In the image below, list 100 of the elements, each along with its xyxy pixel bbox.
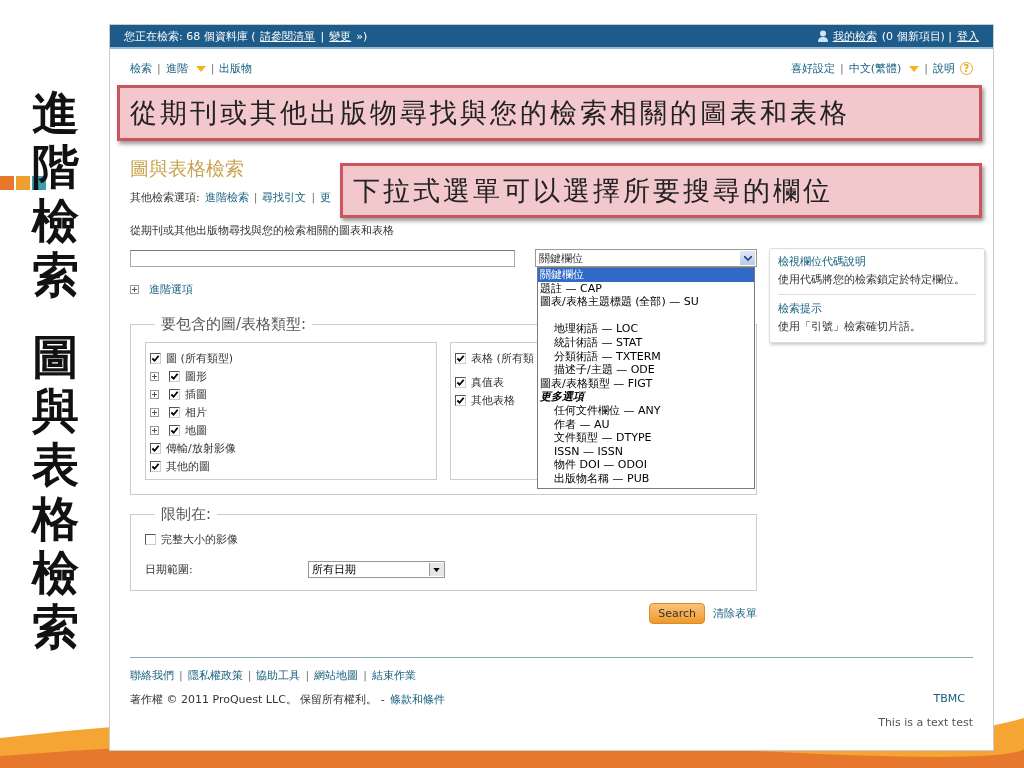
expand-icon[interactable]	[150, 390, 159, 399]
checkbox[interactable]	[169, 371, 180, 382]
expand-icon[interactable]	[150, 408, 159, 417]
slide-title: 圖與表格檢索	[31, 330, 79, 655]
copyright-text: 著作權 © 2011 ProQuest LLC。 保留所有權利。 -	[130, 692, 385, 707]
footer-link[interactable]: 結束作業	[371, 668, 416, 683]
nav-link[interactable]: 進階	[165, 60, 206, 76]
footer-link[interactable]: 隱私權政策	[187, 668, 243, 683]
separator: |	[210, 61, 215, 75]
nav-link[interactable]: 檢索	[130, 60, 152, 76]
callout: 從期刊或其他出版物尋找與您的檢索相關的圖表和表格	[117, 85, 982, 141]
login-link[interactable]: 登入	[957, 28, 979, 44]
checkbox-label: 相片	[185, 405, 207, 420]
field-select[interactable]: 關鍵欄位	[535, 249, 757, 267]
checkbox[interactable]	[150, 353, 161, 364]
description-text: 從期刊或其他出版物尋找與您的檢索相關的圖表和表格	[130, 223, 394, 238]
checkbox[interactable]	[150, 461, 161, 472]
dropdown-option[interactable]: 文件類型 — DTYPE	[552, 431, 754, 445]
dropdown-option[interactable]: 統計術語 — STAT	[552, 335, 754, 350]
page-title: 圖與表格檢索	[130, 156, 245, 181]
checkbox[interactable]	[169, 425, 180, 436]
dropdown-option[interactable]: ISSN — ISSN	[552, 444, 754, 459]
separator: |	[253, 191, 258, 204]
status-text: 您正在檢索: 68 個資料庫 (	[124, 28, 256, 44]
dropdown-option[interactable]: 關鍵欄位	[538, 268, 754, 282]
expand-icon[interactable]	[150, 426, 159, 435]
dropdown-option[interactable]: 圖表/表格主題標題 (全部) — SU	[538, 295, 754, 309]
checkbox-label: 圖形	[185, 369, 207, 384]
checkbox[interactable]	[455, 353, 466, 364]
date-select[interactable]: 所有日期	[307, 561, 445, 578]
search-button[interactable]: Search	[649, 603, 705, 624]
footer-link[interactable]: 協助工具	[256, 668, 301, 683]
separator: |	[247, 669, 252, 682]
dropdown-option[interactable]: 地理術語 — LOC	[552, 322, 754, 336]
separator: |	[839, 61, 844, 75]
separator: |	[305, 669, 310, 682]
slide-title: 進階檢索	[31, 86, 79, 303]
separator: |	[320, 29, 325, 43]
fieldset-legend: 限制在:	[155, 505, 218, 524]
option-group-label: 更多選項	[539, 390, 587, 404]
help-text: 使用代碼將您的檢索鎖定於特定欄位。	[778, 273, 966, 287]
checkbox-label: 真值表	[471, 375, 504, 390]
checkbox-label: 插圖	[185, 387, 207, 402]
options-label: 其他檢索選項:	[130, 190, 200, 205]
nav-link[interactable]: 出版物	[219, 60, 253, 76]
checkbox[interactable]	[150, 443, 161, 454]
expand-icon[interactable]	[150, 372, 159, 381]
checkbox-label: 其他的圖	[166, 459, 210, 474]
new-items-count: (0 個新項目) |	[881, 28, 952, 44]
dropdown-option[interactable]: 圖表/表格類型 — FIGT	[538, 376, 754, 391]
dropdown-arrow-icon	[433, 567, 441, 572]
dropdown-option[interactable]: 任何文件欄位 — ANY	[552, 403, 754, 418]
org-link[interactable]: TBMC	[933, 692, 965, 707]
status-text: »)	[356, 29, 368, 43]
checkbox-label: 傳輸/放射影像	[166, 441, 236, 456]
nav-link[interactable]: 說明	[933, 60, 955, 76]
nav-link[interactable]: 中文(繁體)	[848, 60, 920, 76]
date-label: 日期範圍:	[145, 562, 193, 577]
fieldset-legend: 要包含的圖/表格類型:	[155, 315, 313, 334]
checkbox[interactable]	[455, 377, 466, 388]
option-link[interactable]: 進階檢索	[204, 190, 249, 205]
user-icon	[817, 30, 828, 42]
separator: |	[924, 61, 928, 75]
nav-link[interactable]: 喜好設定	[790, 60, 835, 76]
advanced-options-link[interactable]: 進階選項	[149, 282, 193, 297]
checkbox-label: 表格 (所有類	[471, 351, 534, 366]
terms-link[interactable]: 條款和條件	[389, 692, 445, 707]
dropdown-option[interactable]: 出版物名稱 — PUB	[552, 471, 754, 486]
separator: |	[363, 669, 367, 682]
help-link[interactable]: 檢索提示	[778, 302, 976, 316]
note-text: This is a text test	[878, 716, 973, 729]
dropdown-option[interactable]: 描述子/主題 — ODE	[552, 363, 754, 377]
checkbox-label: 完整大小的影像	[161, 532, 238, 547]
expand-icon[interactable]	[130, 285, 139, 294]
footer-link[interactable]: 聯絡我們	[130, 668, 174, 683]
separator: |	[157, 61, 161, 75]
clear-form-link[interactable]: 清除表單	[713, 606, 757, 621]
help-link[interactable]: 檢視欄位代碼說明	[778, 255, 976, 269]
list-link[interactable]: 請參閱清單	[260, 28, 316, 44]
dropdown-option[interactable]: 作者 — AU	[552, 417, 754, 432]
footer-link[interactable]: 網站地圖	[314, 668, 359, 683]
search-field[interactable]	[130, 249, 515, 267]
change-link[interactable]: 變更	[329, 28, 352, 44]
help-text: 使用「引號」檢索確切片語。	[778, 320, 922, 334]
checkbox-label: 地圖	[185, 423, 207, 438]
checkbox-label: 其他表格	[471, 393, 515, 408]
dropdown-option[interactable]: 題註 — CAP	[538, 281, 754, 296]
separator: |	[311, 191, 316, 204]
checkbox-label: 圖 (所有類型)	[166, 351, 234, 366]
my-search-link[interactable]: 我的檢索	[832, 28, 877, 44]
checkbox[interactable]	[169, 407, 180, 418]
separator: |	[179, 669, 183, 682]
checkbox[interactable]	[455, 395, 466, 406]
dropdown-option[interactable]: 分類術語 — TXTERM	[552, 349, 754, 364]
option-link[interactable]: 更	[320, 190, 332, 205]
option-link[interactable]: 尋找引文	[262, 190, 307, 205]
checkbox[interactable]	[145, 534, 156, 545]
dropdown-option[interactable]: 物件 DOI — ODOI	[552, 458, 754, 472]
checkbox[interactable]	[169, 389, 180, 400]
callout: 下拉式選單可以選擇所要搜尋的欄位	[340, 163, 982, 218]
